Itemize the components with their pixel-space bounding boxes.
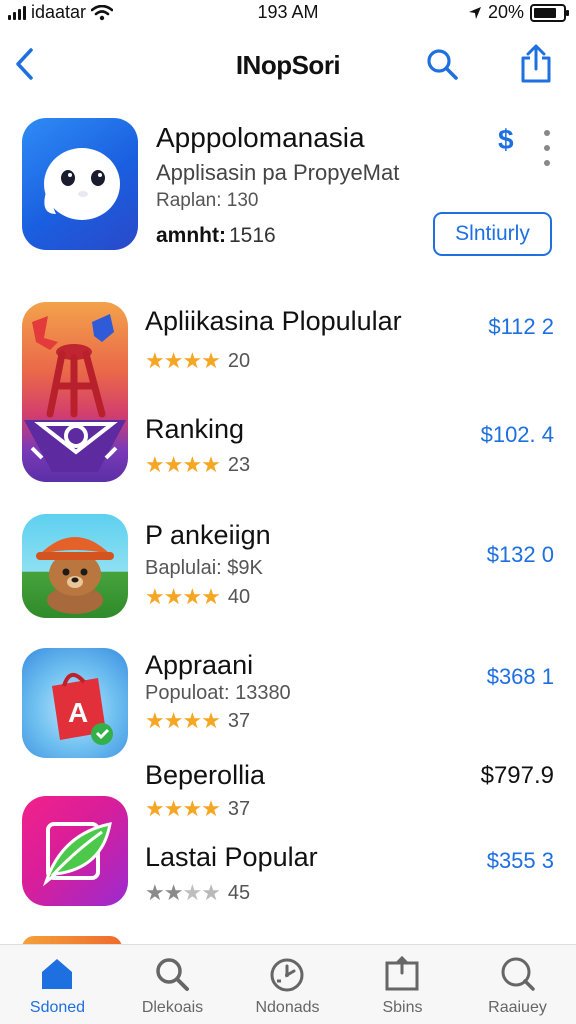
downloads-label: amnht: xyxy=(156,224,226,247)
app-icon-appraani[interactable]: A xyxy=(22,648,128,758)
featured-app-title: Apppolomanasia xyxy=(156,122,365,153)
app-name: Appraani xyxy=(145,650,254,680)
rank-value: 130 xyxy=(226,190,259,211)
star-icon: ★★★★ xyxy=(145,708,221,733)
rating-count: 23 xyxy=(227,453,251,476)
search-icon xyxy=(501,957,535,991)
featured-app-icon xyxy=(22,118,138,250)
tab-label: Dlekoais xyxy=(141,999,204,1016)
app-icon-popular[interactable] xyxy=(22,302,128,482)
page-title: INopSori xyxy=(235,50,341,80)
app-subtitle: Populoat: 13380 xyxy=(145,682,291,704)
app-name: Ranking xyxy=(145,414,245,444)
app-name: Lastai Popular xyxy=(145,842,318,872)
rating-count: 37 xyxy=(227,709,251,732)
tab-label: Raaiuey xyxy=(488,999,547,1016)
tab-raaiuey[interactable]: Raaiuey xyxy=(460,945,575,1024)
rating-count: 40 xyxy=(227,585,251,608)
share-icon xyxy=(521,44,551,83)
status-right: 20% xyxy=(468,2,569,23)
price-button[interactable]: $797.9 xyxy=(481,762,554,790)
status-bar: idaatar 193 AM 20% xyxy=(0,0,576,26)
tab-label: Sbins xyxy=(382,999,423,1016)
app-icon-ranking[interactable] xyxy=(22,514,128,618)
star-icon: ★★★★ xyxy=(145,796,221,821)
bear-mascot-icon xyxy=(36,537,114,614)
search-icon xyxy=(156,958,189,991)
tab-sbins[interactable]: Sbins xyxy=(345,945,460,1024)
more-options-icon[interactable] xyxy=(543,130,551,166)
rating-stars: ★★ ★ ★ 45 xyxy=(145,880,250,906)
tab-ndonads[interactable]: Ndonads xyxy=(230,945,345,1024)
timer-icon xyxy=(270,958,304,992)
rating-stars: ★★★★ 20 xyxy=(145,348,250,374)
price-button[interactable]: $355 3 xyxy=(487,848,554,874)
rating-stars: ★★★★ 23 xyxy=(145,452,250,478)
star-icon: ★★★★ xyxy=(145,452,221,477)
rating-stars: ★★★★ 40 xyxy=(145,584,250,610)
ghost-mascot-icon xyxy=(44,148,120,220)
share-button[interactable] xyxy=(516,44,556,84)
featured-app-subtitle: Applisasin pa PropyeMat xyxy=(156,160,400,185)
price-button[interactable]: $368 1 xyxy=(487,664,554,690)
tab-label: Ndonads xyxy=(255,999,320,1016)
battery-percent: 20% xyxy=(487,2,524,22)
search-icon xyxy=(427,49,458,80)
search-button[interactable] xyxy=(422,44,462,84)
featured-get-button[interactable]: Slntiurly xyxy=(433,212,552,256)
nav-bar: INopSori xyxy=(0,36,576,92)
app-name: Apliikasina Plopulular xyxy=(145,306,402,336)
price-button[interactable]: $102. 4 xyxy=(481,422,554,448)
battery-level xyxy=(534,7,557,18)
app-name: P ankeiign xyxy=(145,520,271,550)
leaf-icon xyxy=(42,822,112,887)
battery-icon xyxy=(530,3,569,22)
downloads-value: 1516 xyxy=(229,224,276,247)
tab-sdoned[interactable]: Sdoned xyxy=(0,945,115,1024)
tower-icon xyxy=(24,314,126,472)
rating-stars: ★★★★ 37 xyxy=(145,708,250,734)
app-subtitle: Baplulai: $9K xyxy=(145,557,263,579)
app-name: Beperollia xyxy=(145,760,266,790)
rating-stars: ★★★★ 37 xyxy=(145,796,250,822)
rating-count: 20 xyxy=(227,349,251,372)
tab-dlekoais[interactable]: Dlekoais xyxy=(115,945,230,1024)
star-empty-icon: ★ xyxy=(201,880,221,905)
tab-label: Sdoned xyxy=(29,999,86,1016)
star-icon: ★★ xyxy=(145,880,183,905)
price-button[interactable]: $112 2 xyxy=(488,314,554,340)
svg-text:A: A xyxy=(68,697,88,728)
app-icon-leaf[interactable] xyxy=(22,796,128,906)
rating-count: 45 xyxy=(227,881,251,904)
star-icon: ★★★★ xyxy=(145,584,221,609)
featured-app-downloads: amnht: 1516 xyxy=(156,224,276,248)
home-icon xyxy=(42,959,72,989)
star-icon: ★★★★ xyxy=(145,348,221,373)
featured-app-rank: Raplan: 130 xyxy=(156,190,258,212)
rank-label: Raplan: xyxy=(156,190,222,211)
star-icon: ★ xyxy=(182,880,202,905)
tab-bar: Sdoned Dlekoais Ndonads Sbins Raaiuey xyxy=(0,944,576,1024)
price-dollar-icon[interactable]: $ xyxy=(498,124,514,156)
price-button[interactable]: $132 0 xyxy=(487,542,554,568)
box-icon xyxy=(385,955,419,991)
rating-count: 37 xyxy=(227,797,251,820)
shopping-bag-icon: A xyxy=(52,673,113,745)
location-arrow-icon xyxy=(468,6,481,19)
